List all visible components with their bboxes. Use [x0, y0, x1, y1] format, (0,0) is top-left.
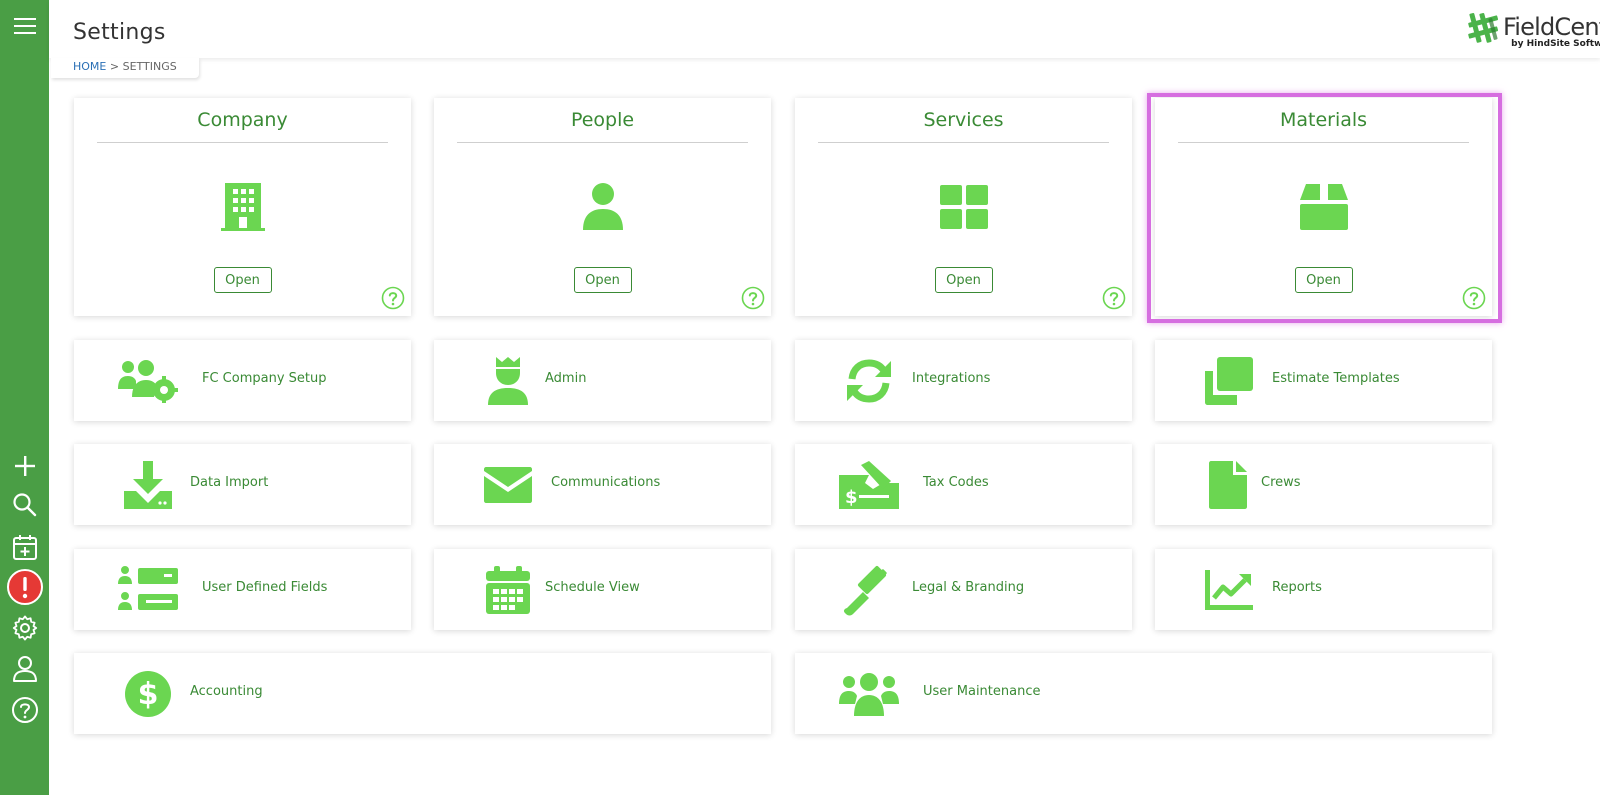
- menu-icon[interactable]: [0, 6, 49, 46]
- card-divider: [97, 142, 388, 143]
- services-card: Services Open: [795, 98, 1132, 316]
- company-card-title: Company: [197, 109, 288, 131]
- svg-text:$: $: [138, 677, 159, 712]
- add-icon[interactable]: [0, 446, 49, 486]
- tile-label: Accounting: [190, 684, 263, 699]
- tile-integrations[interactable]: Integrations: [795, 340, 1132, 421]
- question-circle-icon[interactable]: [381, 286, 405, 310]
- chart-line-icon: [1199, 565, 1259, 615]
- envelope-icon: [478, 460, 538, 510]
- logo-name: FieldCentral: [1503, 13, 1600, 41]
- question-circle-icon[interactable]: [1462, 286, 1486, 310]
- tile-label: Reports: [1272, 580, 1322, 595]
- copy-icon: [1199, 356, 1259, 406]
- tile-legal-branding[interactable]: Legal & Branding: [795, 549, 1132, 630]
- people-card: People Open: [434, 98, 771, 316]
- tile-user-maintenance[interactable]: User Maintenance: [795, 653, 1492, 734]
- tile-label: Legal & Branding: [912, 580, 1025, 595]
- company-card: Company Open: [74, 98, 411, 316]
- fieldcentral-logo[interactable]: FieldCentral by HindSite Software: [1463, 9, 1600, 51]
- help-icon[interactable]: [0, 690, 49, 730]
- materials-open-button[interactable]: Open: [1294, 267, 1353, 293]
- tile-label: Estimate Templates: [1272, 371, 1400, 386]
- dollar-circle-icon: $: [118, 669, 178, 719]
- download-icon: [118, 460, 178, 510]
- logo-subtitle: by HindSite Software: [1511, 39, 1600, 49]
- tile-label: Tax Codes: [923, 475, 989, 490]
- question-circle-icon[interactable]: [1102, 286, 1126, 310]
- breadcrumb: HOME > SETTINGS: [51, 58, 199, 78]
- tile-tax-codes[interactable]: $ Tax Codes: [795, 444, 1132, 525]
- card-divider: [1178, 142, 1469, 143]
- question-circle-icon[interactable]: [741, 286, 765, 310]
- tile-label: Data Import: [190, 475, 269, 490]
- company-open-button[interactable]: Open: [213, 267, 272, 293]
- tile-crews[interactable]: Crews: [1155, 444, 1492, 525]
- tile-label: Admin: [545, 371, 587, 386]
- breadcrumb-home-link[interactable]: HOME: [73, 60, 106, 73]
- tile-estimate-templates[interactable]: Estimate Templates: [1155, 340, 1492, 421]
- tile-label: FC Company Setup: [202, 371, 327, 386]
- tile-accounting[interactable]: $ Accounting: [74, 653, 771, 734]
- tile-label: Schedule View: [545, 580, 640, 595]
- building-icon: [219, 182, 267, 232]
- tile-schedule-view[interactable]: Schedule View: [434, 549, 771, 630]
- tile-admin[interactable]: Admin: [434, 340, 771, 421]
- header: Settings FieldCentral by HindSite Softwa…: [49, 0, 1600, 58]
- gavel-icon: [839, 565, 899, 616]
- calendar-icon: [478, 565, 538, 615]
- services-open-button[interactable]: Open: [934, 267, 993, 293]
- users-gear-icon: [118, 356, 178, 406]
- tile-label: Crews: [1261, 475, 1301, 490]
- services-card-title: Services: [923, 109, 1004, 131]
- file-icon: [1199, 460, 1259, 510]
- tile-label: Communications: [551, 475, 661, 490]
- user-fields-icon: [118, 565, 178, 615]
- materials-card: Materials Open: [1155, 98, 1492, 316]
- user-icon[interactable]: [0, 649, 49, 689]
- admin-crown-icon: [478, 356, 538, 406]
- breadcrumb-current: SETTINGS: [122, 60, 177, 73]
- tile-fc-company-setup[interactable]: FC Company Setup: [74, 340, 411, 421]
- search-icon[interactable]: [0, 485, 49, 525]
- users-icon: [839, 669, 899, 719]
- tile-reports[interactable]: Reports: [1155, 549, 1492, 630]
- person-icon: [579, 182, 627, 232]
- materials-card-title: Materials: [1279, 109, 1368, 131]
- logo-mark-icon: [1468, 12, 1499, 43]
- people-open-button[interactable]: Open: [573, 267, 632, 293]
- people-card-title: People: [570, 109, 635, 131]
- page-title: Settings: [73, 20, 166, 45]
- breadcrumb-separator: >: [109, 60, 120, 73]
- gear-icon[interactable]: [0, 608, 49, 648]
- svg-text:$: $: [845, 487, 858, 508]
- money-check-pen-icon: $: [839, 460, 899, 510]
- tile-label: Integrations: [912, 371, 991, 386]
- card-divider: [457, 142, 748, 143]
- tile-label: User Maintenance: [923, 684, 1041, 699]
- sidebar: [0, 0, 49, 795]
- tile-communications[interactable]: Communications: [434, 444, 771, 525]
- grid-icon: [939, 182, 988, 232]
- tile-label: User Defined Fields: [202, 580, 328, 595]
- card-divider: [818, 142, 1109, 143]
- sync-icon: [839, 356, 899, 406]
- tile-data-import[interactable]: Data Import: [74, 444, 411, 525]
- alert-icon[interactable]: [0, 567, 49, 607]
- box-icon: [1299, 182, 1348, 232]
- calendar-add-icon[interactable]: [0, 527, 49, 567]
- tile-user-defined-fields[interactable]: User Defined Fields: [74, 549, 411, 630]
